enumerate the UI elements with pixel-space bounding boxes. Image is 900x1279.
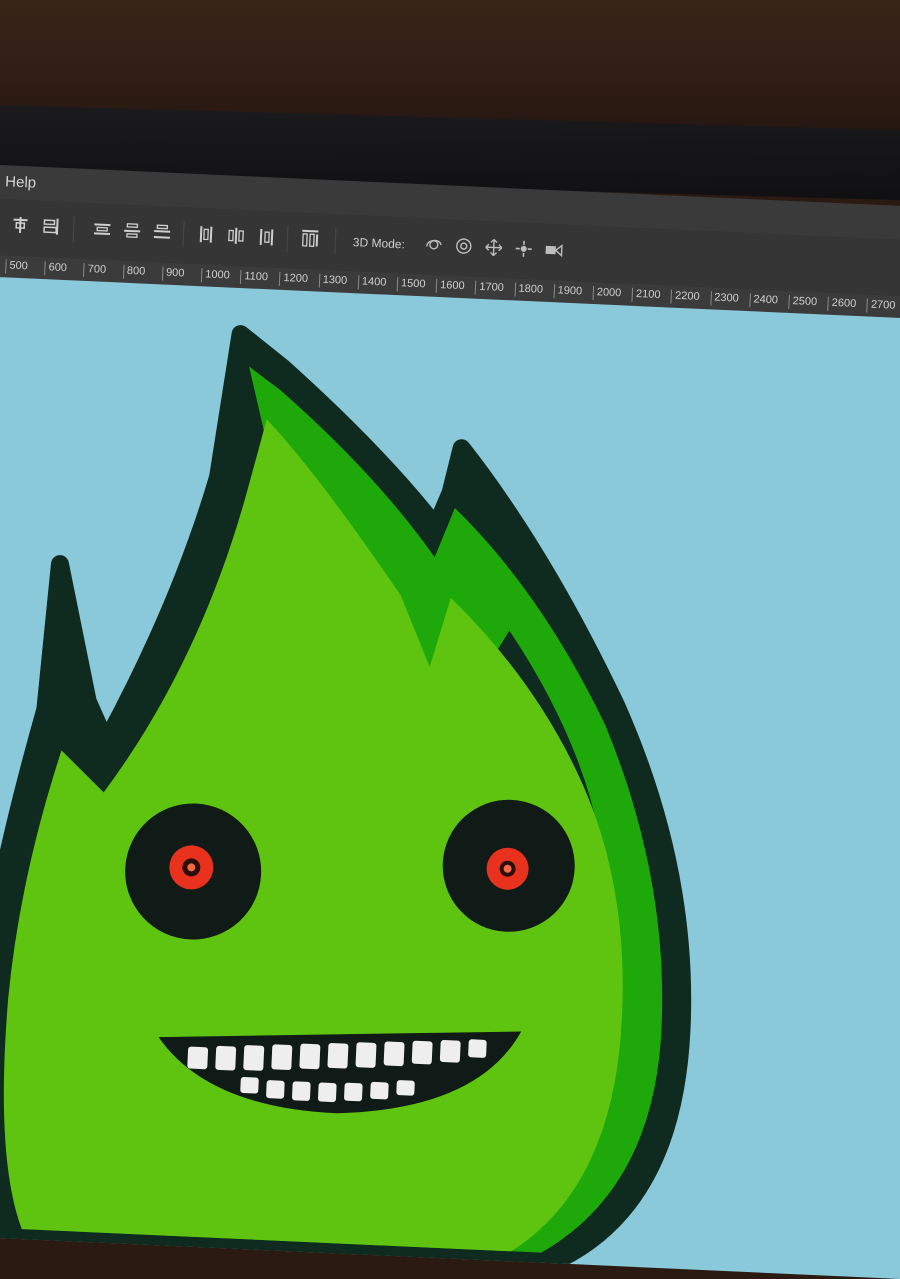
ruler-tick-label: 1300 <box>318 273 348 289</box>
slide-3d-icon[interactable] <box>514 238 533 259</box>
distribute-bottom-icon[interactable] <box>153 222 172 243</box>
ruler-tick-label: 1900 <box>553 284 583 300</box>
flame-character <box>0 325 692 1273</box>
ruler-tick-label: 1700 <box>474 280 505 296</box>
ruler-tick-label: 500 <box>5 259 29 275</box>
ruler-tick-label: 2400 <box>749 293 779 309</box>
ruler-tick-label: 2700 <box>866 298 896 314</box>
auto-align-icon[interactable] <box>301 229 320 250</box>
orbit-3d-icon[interactable] <box>424 234 443 255</box>
ruler-tick-label: 2500 <box>788 294 818 311</box>
pan-3d-icon[interactable] <box>484 237 503 258</box>
toolbar-separator <box>182 221 185 248</box>
document-canvas <box>0 276 900 1279</box>
ruler-tick-label: 2200 <box>670 289 700 305</box>
ruler-tick-label: 800 <box>122 264 146 280</box>
ruler-tick-label: 700 <box>83 262 107 278</box>
ruler-tick-label: 2300 <box>709 291 740 307</box>
toolbar-separator <box>286 226 289 253</box>
ruler-tick-label: 2100 <box>631 287 661 304</box>
ruler-tick-label: 1200 <box>279 271 309 288</box>
align-bottom-icon[interactable] <box>41 217 60 238</box>
ruler-tick-label: 2600 <box>827 296 857 312</box>
distribute-top-icon[interactable] <box>93 219 112 240</box>
distribute-left-icon[interactable] <box>197 224 216 245</box>
ruler-tick-label: 1500 <box>396 277 426 293</box>
menu-help[interactable]: Help <box>5 173 37 191</box>
ruler-tick-label: 1100 <box>240 270 269 286</box>
distribute-hcenter-icon[interactable] <box>227 225 246 246</box>
ruler-tick-label: 600 <box>44 261 68 277</box>
toolbar-separator <box>72 216 75 243</box>
ruler-tick-label: 1800 <box>514 282 544 298</box>
monitor-screen: Help 3D Mode: 500 600 700 800 900 1000 1… <box>0 0 900 1279</box>
ruler-tick-label: 1400 <box>357 275 387 291</box>
distribute-vcenter-icon[interactable] <box>123 221 142 242</box>
ruler-tick-label: 1000 <box>200 268 230 284</box>
3d-mode-label: 3D Mode: <box>352 235 406 252</box>
toolbar-separator <box>334 228 337 255</box>
ruler-tick-label: 900 <box>161 266 185 282</box>
video-camera-icon[interactable] <box>544 240 563 261</box>
ruler-tick-label: 2000 <box>592 286 622 302</box>
roll-3d-icon[interactable] <box>454 236 473 257</box>
align-top-icon[interactable] <box>11 216 30 237</box>
distribute-right-icon[interactable] <box>257 227 276 248</box>
ruler-tick-label: 1600 <box>435 278 465 295</box>
